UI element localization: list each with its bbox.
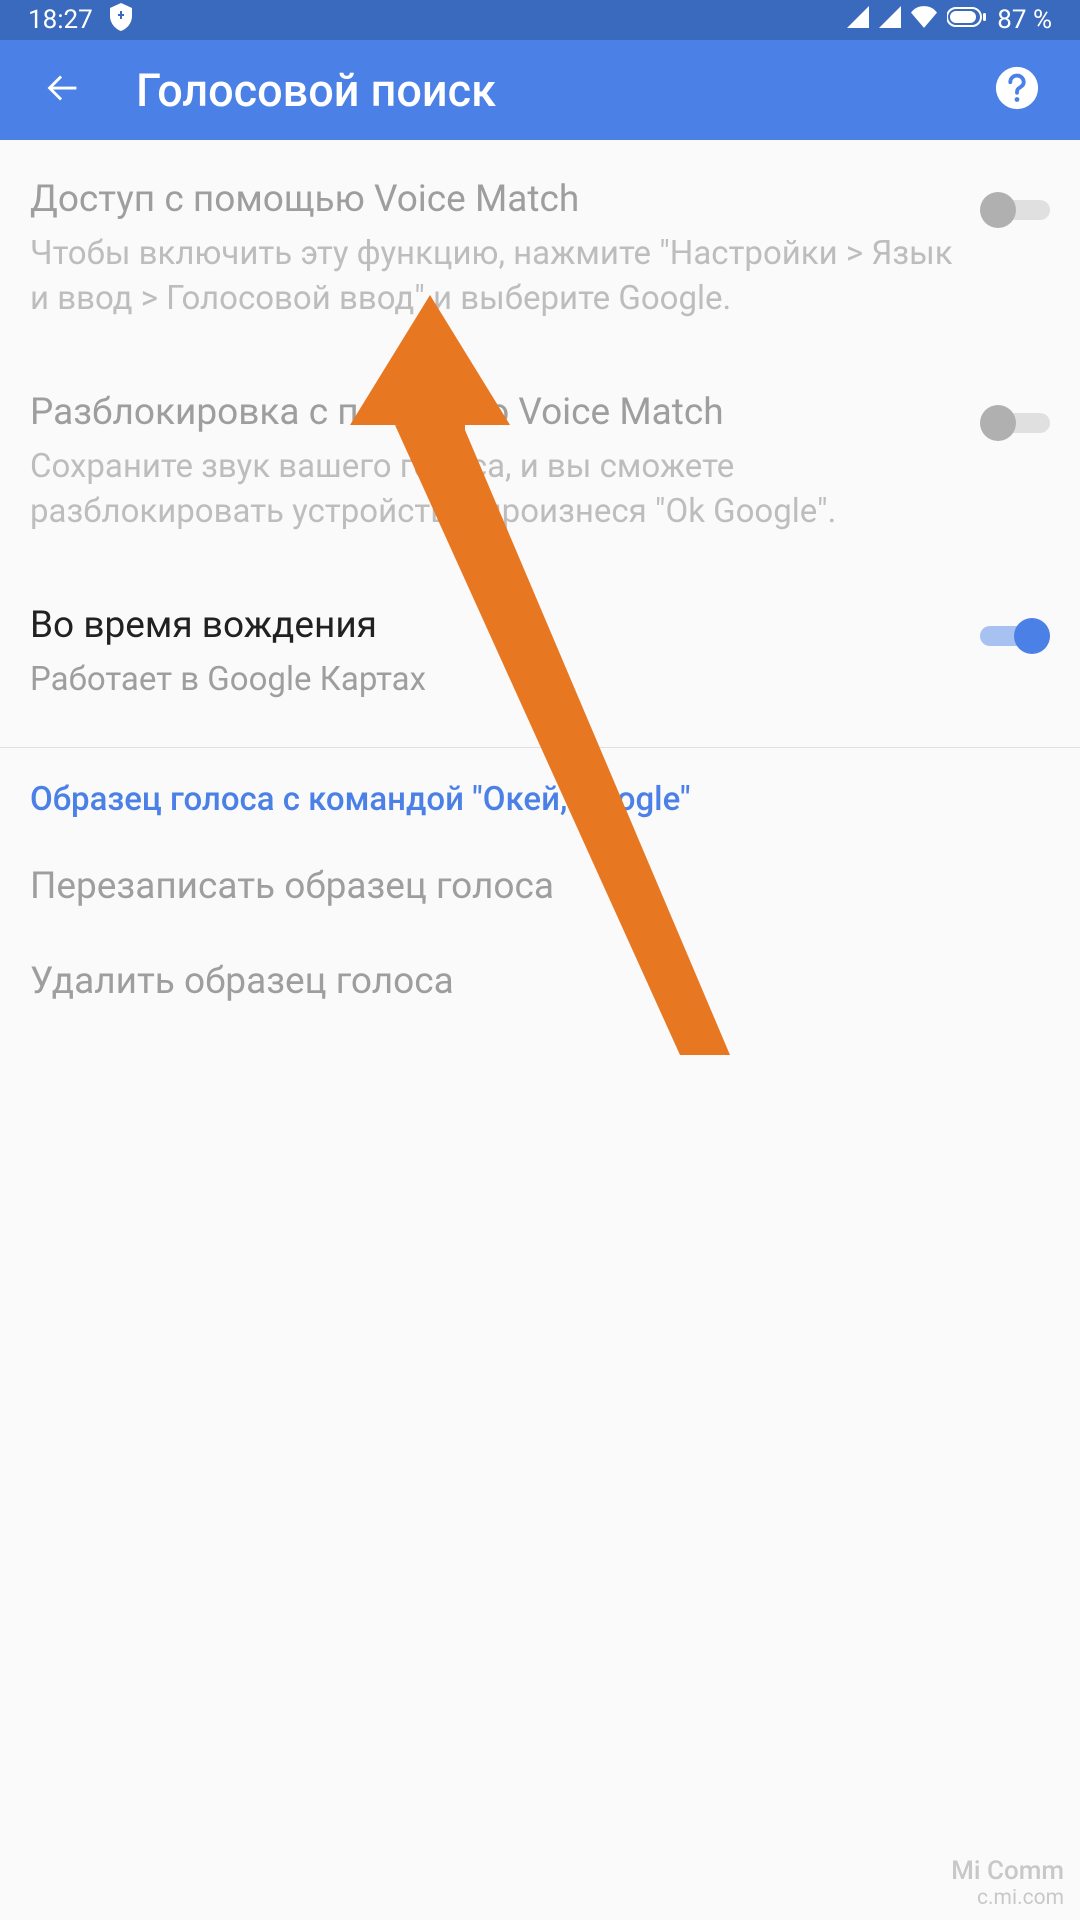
setting-desc: Сохраните звук вашего голоса, и вы сможе… — [30, 445, 960, 534]
help-button[interactable] — [994, 65, 1040, 115]
watermark: Mi Comm c.mi.com — [951, 1856, 1064, 1910]
section-header-voice-sample: Образец голоса с командой "Окей, Google" — [0, 748, 1080, 839]
setting-title: Разблокировка с помощью Voice Match — [30, 389, 960, 437]
setting-text: Доступ с помощью Voice Match Чтобы включ… — [30, 176, 960, 321]
back-button[interactable] — [40, 65, 86, 115]
watermark-sub: c.mi.com — [951, 1886, 1064, 1910]
setting-text: Во время вождения Работает в Google Карт… — [30, 602, 960, 703]
setting-while-driving[interactable]: Во время вождения Работает в Google Карт… — [0, 566, 1080, 735]
status-time: 18:27 — [28, 5, 93, 35]
toggle-voice-match-unlock — [980, 403, 1050, 443]
wifi-icon — [911, 5, 937, 35]
setting-text: Разблокировка с помощью Voice Match Сохр… — [30, 389, 960, 534]
app-bar: Голосовой поиск — [0, 40, 1080, 140]
signal-icon-1 — [847, 5, 869, 35]
battery-text: 87 % — [997, 5, 1052, 35]
status-right: 87 % — [847, 5, 1052, 35]
setting-voice-match-unlock[interactable]: Разблокировка с помощью Voice Match Сохр… — [0, 353, 1080, 566]
toggle-while-driving[interactable] — [980, 616, 1050, 656]
status-left: 18:27 — [28, 3, 133, 38]
list-item-rerecord[interactable]: Перезаписать образец голоса — [0, 839, 1080, 934]
shield-icon — [109, 3, 133, 38]
setting-desc: Работает в Google Картах — [30, 658, 960, 703]
toggle-voice-match-access — [980, 190, 1050, 230]
setting-title: Во время вождения — [30, 602, 960, 650]
status-bar: 18:27 87 % — [0, 0, 1080, 40]
settings-content: Доступ с помощью Voice Match Чтобы включ… — [0, 140, 1080, 1029]
list-item-delete[interactable]: Удалить образец голоса — [0, 934, 1080, 1029]
setting-voice-match-access[interactable]: Доступ с помощью Voice Match Чтобы включ… — [0, 140, 1080, 353]
setting-title: Доступ с помощью Voice Match — [30, 176, 960, 224]
page-title: Голосовой поиск — [136, 64, 994, 117]
setting-desc: Чтобы включить эту функцию, нажмите "Нас… — [30, 232, 960, 321]
watermark-text: Mi Comm — [951, 1856, 1064, 1886]
battery-icon — [947, 5, 987, 35]
signal-icon-2 — [879, 5, 901, 35]
